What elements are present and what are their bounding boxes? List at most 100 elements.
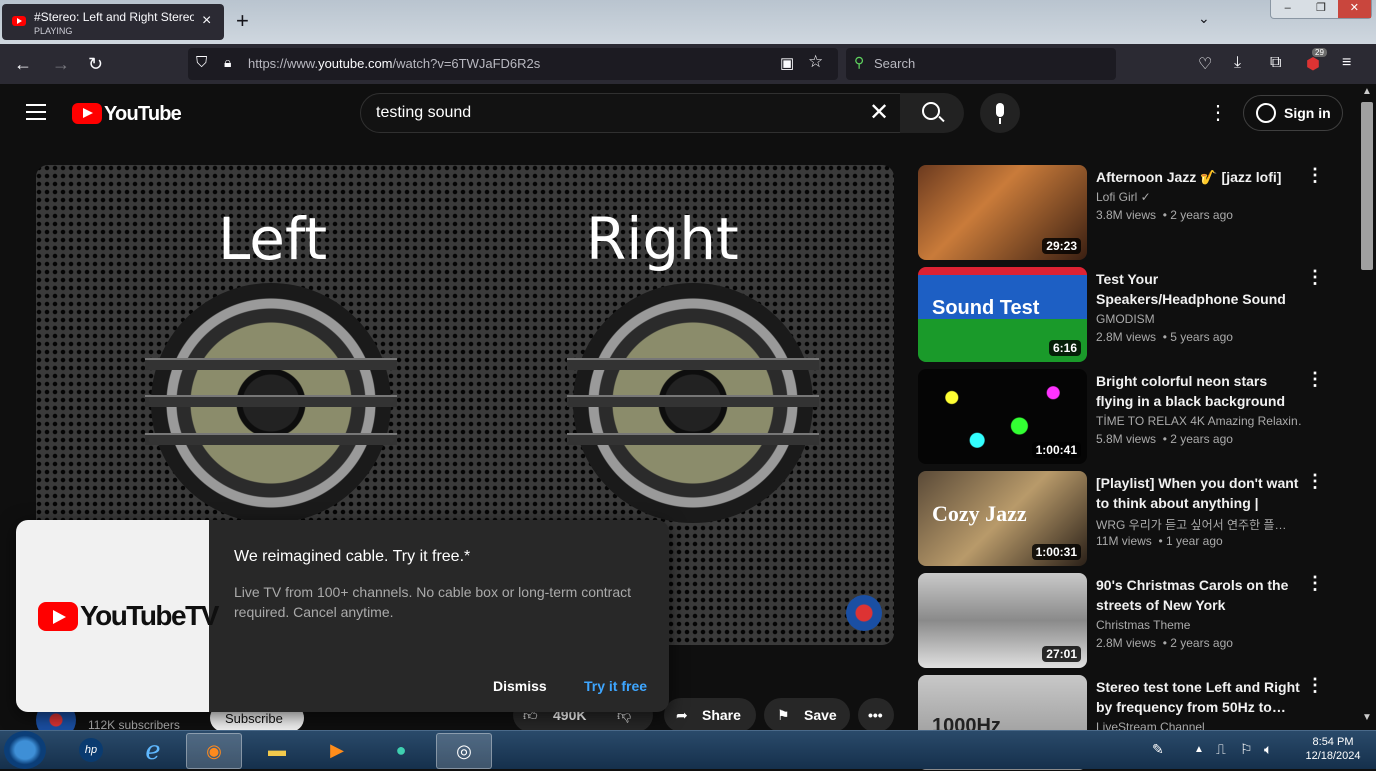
recommendation-item[interactable]: 1:00:41 Bright colorful neon stars flying… xyxy=(918,369,1358,465)
guide-menu-icon[interactable] xyxy=(26,104,46,120)
recommendation-item[interactable]: Sound Test 6:16 Test Your Speakers/Headpho… xyxy=(918,267,1358,363)
recommendation-thumbnail[interactable]: Cozy Jazz 1:00:31 xyxy=(918,471,1087,566)
recommendation-title[interactable]: Bright colorful neon stars flying in a b… xyxy=(1096,371,1302,411)
recommendation-more-vertical-icon[interactable]: ⋮ xyxy=(1306,675,1324,696)
browser-search-box[interactable]: ⚲ Search xyxy=(846,48,1116,80)
youtube-search-button[interactable] xyxy=(900,93,964,133)
system-clock[interactable]: 8:54 PM 12/18/2024 xyxy=(1298,735,1368,763)
page-scrollbar[interactable]: ▲ ▼ xyxy=(1358,84,1376,730)
scroll-up-arrow-icon[interactable]: ▲ xyxy=(1362,86,1372,97)
voice-search-button[interactable] xyxy=(980,93,1020,133)
window-close-icon[interactable]: ✕ xyxy=(1337,0,1371,18)
recommendation-channel[interactable]: Christmas Theme xyxy=(1096,618,1302,632)
channel-watermark-icon[interactable] xyxy=(846,595,882,631)
recommendation-thumbnail[interactable]: 29:23 xyxy=(918,165,1087,260)
recommendation-title[interactable]: 90's Christmas Carols on the streets of … xyxy=(1096,575,1302,615)
try-it-free-button[interactable]: Try it free xyxy=(584,678,647,694)
recommendation-channel[interactable]: GMODISM xyxy=(1096,312,1302,326)
recommendation-title[interactable]: Afternoon Jazz 🎷 [jazz lofi] xyxy=(1096,167,1302,187)
recommendation-more-vertical-icon[interactable]: ⋮ xyxy=(1306,573,1324,594)
recommendation-channel[interactable]: WRG 우리가 듣고 싶어서 연주한 플… xyxy=(1096,516,1302,533)
search-query-text[interactable]: testing sound xyxy=(376,104,471,122)
reader-view-icon[interactable]: ▣ xyxy=(780,54,794,72)
upload-age: 2 years ago xyxy=(1170,208,1233,222)
recommendation-channel[interactable]: TİME TO RELAX 4K Amazing Relaxin… xyxy=(1096,414,1302,428)
url-text[interactable]: https://www.youtube.com/watch?v=6TWJaFD6… xyxy=(248,56,540,71)
recommendation-item[interactable]: 29:23 Afternoon Jazz 🎷 [jazz lofi] Lofi Gi… xyxy=(918,165,1358,261)
recommendation-thumbnail[interactable]: Sound Test 6:16 xyxy=(918,267,1087,362)
search-icon xyxy=(922,102,940,120)
volume-speaker-icon[interactable]: 🔈︎ xyxy=(1264,741,1272,758)
address-bar[interactable]: ⛉ 🔒︎ https://www.youtube.com/watch?v=6TW… xyxy=(188,48,838,80)
browser-tab-active[interactable]: #Stereo: Left and Right Stereo Sound Tes… xyxy=(2,4,224,40)
recommendation-more-vertical-icon[interactable]: ⋮ xyxy=(1306,267,1324,288)
minimize-icon[interactable]: – xyxy=(1271,0,1304,18)
recommendation-item[interactable]: Cozy Jazz 1:00:31 [Playlist] When you don'… xyxy=(918,471,1358,567)
share-button[interactable]: ➦ Share xyxy=(664,698,756,732)
window-controls: – ❐ ✕ xyxy=(1270,0,1372,19)
upload-age: 5 years ago xyxy=(1170,330,1233,344)
ublock-extension-icon[interactable]: ⬢ xyxy=(1306,54,1320,74)
clear-search-icon[interactable]: ✕ xyxy=(869,98,889,127)
new-tab-plus-icon[interactable]: + xyxy=(236,8,249,34)
back-arrow-icon[interactable]: ← xyxy=(14,54,32,75)
media-player-icon[interactable]: ▶ xyxy=(310,733,364,767)
browser-tab-strip: #Stereo: Left and Right Stereo Sound Tes… xyxy=(0,0,1376,44)
recommendation-title[interactable]: Stereo test tone Left and Right by frequ… xyxy=(1096,677,1302,717)
forward-arrow-icon[interactable]: → xyxy=(52,54,70,75)
obs-studio-icon[interactable]: ◎ xyxy=(436,733,492,769)
pocket-icon[interactable]: ♡ xyxy=(1198,54,1212,74)
show-hidden-icons-icon[interactable]: ▲ xyxy=(1194,744,1204,755)
bookmark-star-icon[interactable]: ☆ xyxy=(808,52,823,72)
youtube-favicon-icon xyxy=(12,16,26,26)
recommendation-more-vertical-icon[interactable]: ⋮ xyxy=(1306,369,1324,390)
dismiss-button[interactable]: Dismiss xyxy=(493,678,547,694)
start-button-windows-icon[interactable] xyxy=(4,731,46,769)
recommendation-item[interactable]: 27:01 90's Christmas Carols on the street… xyxy=(918,573,1358,669)
recommendation-channel[interactable]: Lofi Girl ✓ xyxy=(1096,190,1302,204)
action-center-flag-icon[interactable]: ✎ xyxy=(1152,741,1164,758)
save-button[interactable]: ⚑ Save xyxy=(764,698,850,732)
sign-in-button[interactable]: Sign in xyxy=(1243,95,1343,131)
left-speaker-graphic xyxy=(145,283,397,523)
tab-close-icon[interactable]: × xyxy=(202,12,211,30)
tracking-protection-shield-icon[interactable]: ⛉ xyxy=(196,54,207,71)
scroll-down-arrow-icon[interactable]: ▼ xyxy=(1362,712,1372,723)
firefox-taskbar-icon[interactable]: ◉ xyxy=(186,733,242,769)
clock-date: 12/18/2024 xyxy=(1305,750,1361,762)
more-actions-button[interactable]: ••• xyxy=(858,698,894,732)
recommendation-more-vertical-icon[interactable]: ⋮ xyxy=(1306,165,1324,186)
network-icon[interactable]: ⎍ xyxy=(1216,741,1226,758)
share-arrow-icon: ➦ xyxy=(676,707,688,723)
video-duration: 1:00:31 xyxy=(1031,544,1081,560)
recommendation-thumbnail[interactable]: 27:01 xyxy=(918,573,1087,668)
youtube-tv-promo-dialog: YouTubeTV We reimagined cable. Try it fr… xyxy=(16,520,669,712)
scrollbar-thumb[interactable] xyxy=(1361,102,1373,270)
recommendation-title[interactable]: Test Your Speakers/Headphone Sound Test:… xyxy=(1096,269,1302,309)
settings-more-vertical-icon[interactable]: ⋮ xyxy=(1208,100,1228,125)
clock-time: 8:54 PM xyxy=(1312,736,1354,748)
downloads-icon[interactable]: ⤓ xyxy=(1234,54,1241,72)
internet-explorer-icon[interactable]: ℯ xyxy=(126,733,180,767)
lock-icon[interactable]: 🔒︎ xyxy=(224,54,231,71)
search-engine-icon: ⚲ xyxy=(854,54,865,70)
app-taskbar-icon[interactable]: ● xyxy=(374,733,428,767)
recommendation-title[interactable]: [Playlist] When you don't want to think … xyxy=(1096,473,1302,513)
sign-in-label: Sign in xyxy=(1284,105,1331,121)
recommendation-meta: 11M views • 1 year ago xyxy=(1096,534,1223,548)
file-explorer-folder-icon[interactable]: ▬ xyxy=(250,733,304,767)
video-duration: 6:16 xyxy=(1048,340,1081,356)
recommendation-more-vertical-icon[interactable]: ⋮ xyxy=(1306,471,1324,492)
reload-icon[interactable]: ↻ xyxy=(88,54,103,75)
hp-app-icon[interactable]: hp xyxy=(64,733,118,767)
youtube-search-input[interactable]: testing sound ✕ xyxy=(360,93,902,133)
list-all-tabs-chevron-icon[interactable]: ⌄ xyxy=(1198,10,1210,27)
app-menu-hamburger-icon[interactable]: ≡ xyxy=(1342,54,1351,72)
extensions-puzzle-icon[interactable]: ⧉ xyxy=(1270,54,1281,72)
recommendation-thumbnail[interactable]: 1:00:41 xyxy=(918,369,1087,464)
thumbnail-caption: Sound Test xyxy=(932,297,1040,319)
restore-icon[interactable]: ❐ xyxy=(1304,0,1337,18)
action-flag-icon[interactable]: ⚐ xyxy=(1240,741,1253,758)
microphone-stand xyxy=(999,118,1001,124)
recommendation-meta: 3.8M views • 2 years ago xyxy=(1096,208,1233,222)
